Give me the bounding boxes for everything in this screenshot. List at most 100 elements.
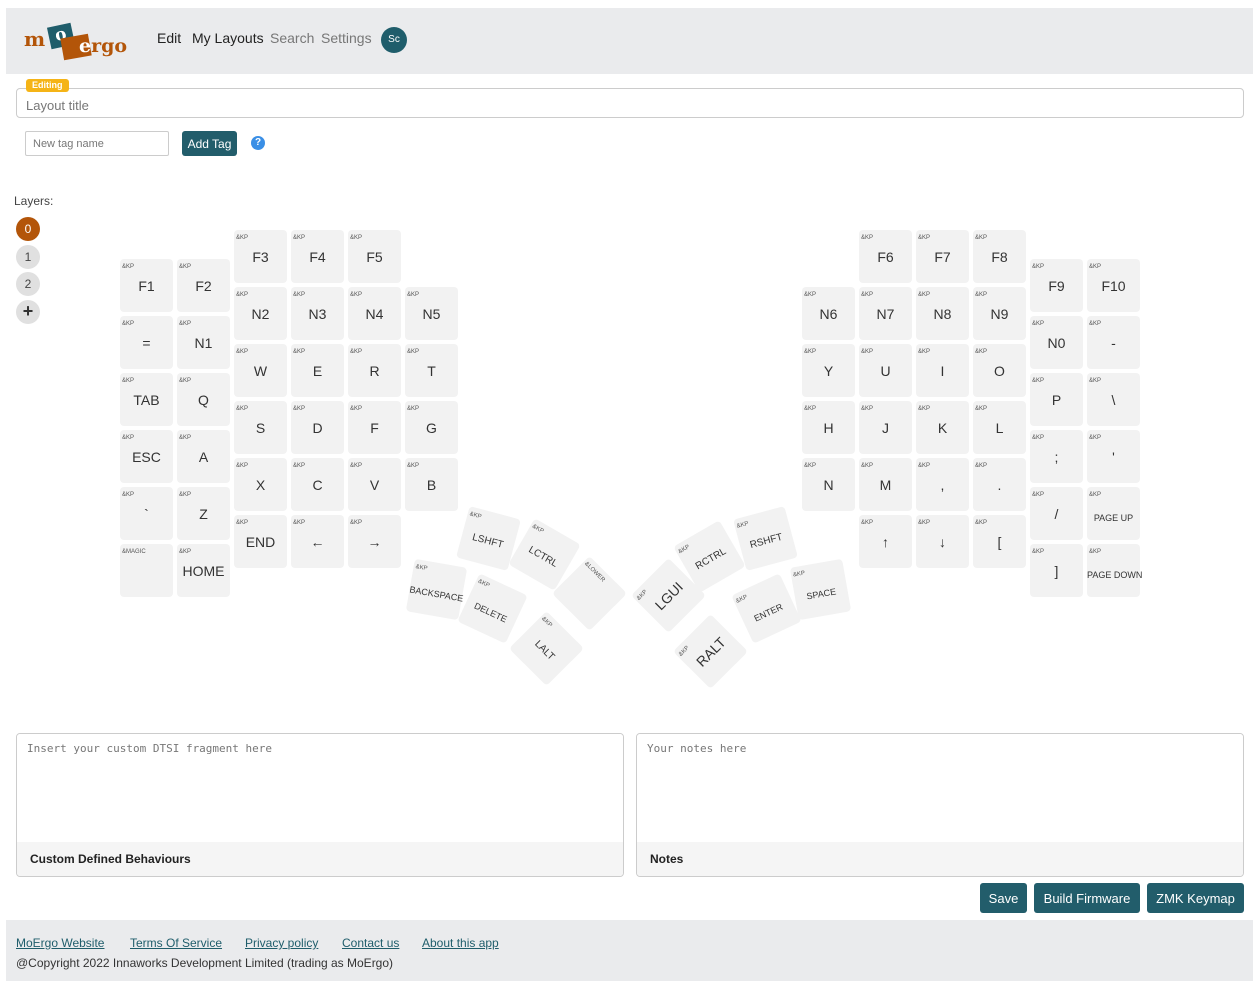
key-k[interactable]: &KP K xyxy=(916,401,969,454)
key-up-arrow[interactable]: &KP ↑ xyxy=(859,515,912,568)
key-end[interactable]: &KP END xyxy=(234,515,287,568)
key-lalt[interactable]: &KP LALT xyxy=(509,611,584,686)
key-equal[interactable]: &KP = xyxy=(120,316,173,369)
key-f7[interactable]: &KP F7 xyxy=(916,230,969,283)
nav-settings[interactable]: Settings xyxy=(321,30,372,46)
nav-edit[interactable]: Edit xyxy=(157,30,181,46)
key-grave[interactable]: &KP ` xyxy=(120,487,173,540)
key-n6[interactable]: &KP N6 xyxy=(802,287,855,340)
key-home[interactable]: &KP HOME xyxy=(177,544,230,597)
build-firmware-button[interactable]: Build Firmware xyxy=(1034,883,1140,913)
footer-terms-link[interactable]: Terms Of Service xyxy=(130,936,222,950)
key-w[interactable]: &KP W xyxy=(234,344,287,397)
key-page-down[interactable]: &KP PAGE DOWN xyxy=(1087,544,1142,597)
key-m[interactable]: &KP M xyxy=(859,458,912,511)
key-n7[interactable]: &KP N7 xyxy=(859,287,912,340)
notes-textarea[interactable] xyxy=(637,734,1243,843)
key-page-up[interactable]: &KP PAGE UP xyxy=(1087,487,1140,540)
key-f10[interactable]: &KP F10 xyxy=(1087,259,1140,312)
key-t[interactable]: &KP T xyxy=(405,344,458,397)
layer-1-button[interactable]: 1 xyxy=(16,245,40,269)
key-z[interactable]: &KP Z xyxy=(177,487,230,540)
key-x[interactable]: &KP X xyxy=(234,458,287,511)
key-v[interactable]: &KP V xyxy=(348,458,401,511)
save-button[interactable]: Save xyxy=(980,883,1027,913)
key-n1[interactable]: &KP N1 xyxy=(177,316,230,369)
footer-moergo-website-link[interactable]: MoErgo Website xyxy=(16,936,104,950)
nav-search[interactable]: Search xyxy=(270,30,314,46)
key-delete[interactable]: &KP DELETE xyxy=(457,573,528,644)
key-f5[interactable]: &KP F5 xyxy=(348,230,401,283)
nav-my-layouts[interactable]: My Layouts xyxy=(192,30,264,46)
key-e[interactable]: &KP E xyxy=(291,344,344,397)
key-left-arrow[interactable]: &KP ← xyxy=(291,515,344,568)
key-d[interactable]: &KP D xyxy=(291,401,344,454)
key-left-bracket[interactable]: &KP[ xyxy=(973,515,1026,568)
key-h[interactable]: &KP H xyxy=(802,401,855,454)
help-icon[interactable]: ? xyxy=(251,136,265,150)
key-j[interactable]: &KP J xyxy=(859,401,912,454)
key-i[interactable]: &KP I xyxy=(916,344,969,397)
key-l[interactable]: &KP L xyxy=(973,401,1026,454)
key-magic[interactable]: &MAGIC xyxy=(120,544,173,597)
key-g[interactable]: &KP G xyxy=(405,401,458,454)
dtsi-textarea[interactable] xyxy=(17,734,623,843)
user-avatar[interactable]: Sc xyxy=(381,27,407,53)
key-n3[interactable]: &KP N3 xyxy=(291,287,344,340)
key-n5[interactable]: &KP N5 xyxy=(405,287,458,340)
key-n[interactable]: &KP N xyxy=(802,458,855,511)
moergo-logo[interactable]: m o ergo xyxy=(24,22,132,61)
key-q[interactable]: &KP Q xyxy=(177,373,230,426)
footer-about-link[interactable]: About this app xyxy=(422,936,499,950)
key-o[interactable]: &KP O xyxy=(973,344,1026,397)
key-enter[interactable]: &KP ENTER xyxy=(731,573,802,644)
key-comma[interactable]: &KP, xyxy=(916,458,969,511)
key-n8[interactable]: &KP N8 xyxy=(916,287,969,340)
key-quote[interactable]: &KP ' xyxy=(1087,430,1140,483)
key-minus[interactable]: &KP - xyxy=(1087,316,1140,369)
key-u[interactable]: &KP U xyxy=(859,344,912,397)
key-right-bracket[interactable]: &KP] xyxy=(1030,544,1083,597)
footer-privacy-link[interactable]: Privacy policy xyxy=(245,936,318,950)
layers-label: Layers: xyxy=(14,194,54,208)
key-f1[interactable]: &KP F1 xyxy=(120,259,173,312)
key-ralt[interactable]: &KP RALT xyxy=(673,614,748,689)
key-f[interactable]: &KP F xyxy=(348,401,401,454)
tag-name-input[interactable] xyxy=(25,131,169,156)
key-p[interactable]: &KP P xyxy=(1030,373,1083,426)
key-semicolon[interactable]: &KP; xyxy=(1030,430,1083,483)
key-n0[interactable]: &KP N0 xyxy=(1030,316,1083,369)
key-n9[interactable]: &KP N9 xyxy=(973,287,1026,340)
key-esc[interactable]: &KP ESC xyxy=(120,430,173,483)
key-f8[interactable]: &KP F8 xyxy=(973,230,1026,283)
key-backslash[interactable]: &KP \ xyxy=(1087,373,1140,426)
layer-0-button[interactable]: 0 xyxy=(16,217,40,241)
footer-contact-link[interactable]: Contact us xyxy=(342,936,399,950)
key-tab[interactable]: &KP TAB xyxy=(120,373,173,426)
key-r[interactable]: &KP R xyxy=(348,344,401,397)
key-f2[interactable]: &KP F2 xyxy=(177,259,230,312)
key-c[interactable]: &KP C xyxy=(291,458,344,511)
key-n4[interactable]: &KP N4 xyxy=(348,287,401,340)
key-space[interactable]: &KP SPACE xyxy=(789,558,852,621)
key-b[interactable]: &KP B xyxy=(405,458,458,511)
custom-behaviours-label: Custom Defined Behaviours xyxy=(17,842,623,876)
key-dot[interactable]: &KP. xyxy=(973,458,1026,511)
layer-2-button[interactable]: 2 xyxy=(16,272,40,296)
key-f6[interactable]: &KP F6 xyxy=(859,230,912,283)
key-down-arrow[interactable]: &KP ↓ xyxy=(916,515,969,568)
key-backspace[interactable]: &KP BACKSPACE xyxy=(405,558,468,621)
key-s[interactable]: &KP S xyxy=(234,401,287,454)
key-a[interactable]: &KP A xyxy=(177,430,230,483)
zmk-keymap-button[interactable]: ZMK Keymap xyxy=(1147,883,1244,913)
add-layer-button[interactable]: + xyxy=(16,300,40,324)
key-y[interactable]: &KP Y xyxy=(802,344,855,397)
key-f3[interactable]: &KP F3 xyxy=(234,230,287,283)
key-f4[interactable]: &KP F4 xyxy=(291,230,344,283)
key-slash[interactable]: &KP / xyxy=(1030,487,1083,540)
key-right-arrow[interactable]: &KP → xyxy=(348,515,401,568)
key-n2[interactable]: &KP N2 xyxy=(234,287,287,340)
key-f9[interactable]: &KP F9 xyxy=(1030,259,1083,312)
layout-title-input[interactable] xyxy=(17,89,1243,117)
add-tag-button[interactable]: Add Tag xyxy=(182,131,237,156)
